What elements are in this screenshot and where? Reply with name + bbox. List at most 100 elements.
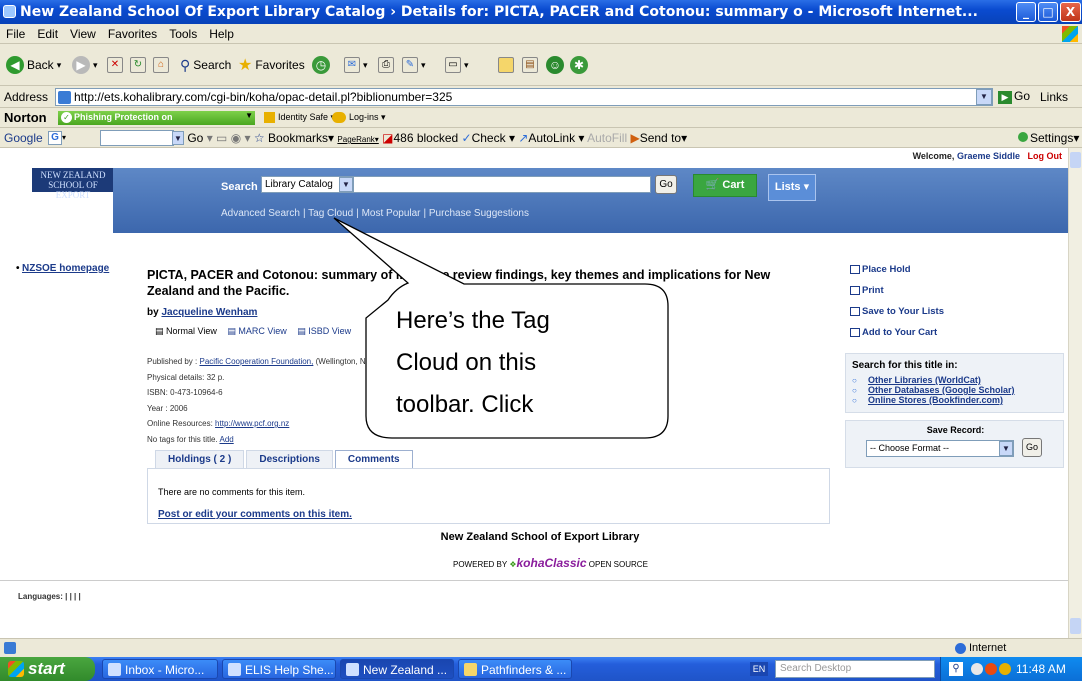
tray-icon[interactable] [971, 663, 983, 675]
google-go[interactable]: Go [187, 131, 203, 145]
tab-descriptions[interactable]: Descriptions [246, 450, 333, 468]
add-to-cart-link[interactable]: Add to Your Cart [850, 327, 937, 338]
google-search-input[interactable] [100, 130, 174, 146]
most-popular-link[interactable]: Most Popular [362, 208, 421, 219]
google-autolink[interactable]: AutoLink ▾ [528, 131, 584, 145]
worldcat-link[interactable]: Other Libraries (WorldCat) [868, 375, 981, 385]
back-button[interactable]: ◀ Back ▾ [6, 52, 61, 78]
google-autofill[interactable]: AutoFill [587, 131, 627, 145]
nzsoe-homepage-link[interactable]: NZSOE homepage [16, 263, 109, 274]
catalog-select[interactable]: Library Catalog ▼ [261, 176, 354, 193]
system-tray: ⚲ 11:48 AM [940, 657, 1082, 681]
history-button[interactable]: ◷ [312, 52, 330, 78]
start-button[interactable]: start [0, 657, 95, 681]
search-input[interactable] [353, 176, 651, 193]
google-send-to[interactable]: Send to▾ [640, 131, 687, 145]
google-pagerank[interactable]: PageRank▾ [337, 135, 378, 144]
online-resource-link[interactable]: http://www.pcf.org.nz [215, 419, 289, 428]
tab-comments[interactable]: Comments [334, 450, 413, 468]
google-check[interactable]: Check ▾ [472, 131, 515, 145]
menu-edit[interactable]: Edit [31, 24, 64, 41]
forward-button[interactable]: ▶ ▾ [72, 52, 98, 78]
research-button[interactable]: ▤ [522, 52, 538, 78]
google-blocked[interactable]: 486 blocked [393, 131, 458, 145]
google-settings[interactable]: Settings▾ [1018, 131, 1079, 145]
school-logo[interactable]: NEW ZEALAND SCHOOL OF EXPORT [32, 168, 114, 200]
publisher-link[interactable]: Pacific Cooperation Foundation, [200, 357, 314, 366]
language-indicator[interactable]: EN [750, 662, 768, 676]
author-link[interactable]: Jacqueline Wenham [161, 307, 257, 318]
task-new-zealand[interactable]: New Zealand ... [340, 659, 454, 679]
isbd-view-link[interactable]: ▤ ISBD View [297, 326, 351, 336]
search-button[interactable]: ⚲ Search [180, 52, 231, 78]
favorites-button[interactable]: ★ Favorites [238, 52, 305, 78]
menu-help[interactable]: Help [203, 24, 240, 41]
powered-by-koha[interactable]: POWERED BY ❖kohaClassic OPEN SOURCE [453, 556, 648, 570]
save-record-heading: Save Record: [926, 425, 985, 435]
task-inbox[interactable]: Inbox - Micro... [102, 659, 218, 679]
bookfinder-link[interactable]: Online Stores (Bookfinder.com) [868, 395, 1003, 405]
advanced-search-link[interactable]: Advanced Search [221, 208, 300, 219]
identity-safe-button[interactable]: Identity Safe ▾ [264, 112, 335, 124]
logins-button[interactable]: Log-ins ▾ [332, 112, 386, 124]
print-link[interactable]: Print [850, 285, 884, 296]
normal-view-link[interactable]: ▤ Normal View [155, 326, 217, 336]
desktop-search-input[interactable]: Search Desktop [775, 660, 935, 678]
save-go-button[interactable]: Go [1022, 438, 1042, 457]
outlook-icon [108, 663, 121, 676]
refresh-button[interactable]: ↻ [130, 52, 146, 78]
phishing-protection[interactable]: ✓ Phishing Protection on ▼ [58, 111, 255, 125]
go-button[interactable]: ▶ Go [998, 89, 1030, 104]
scroll-up-icon[interactable] [1070, 152, 1081, 168]
marc-view-link[interactable]: ▤ MARC View [227, 326, 286, 336]
lists-button[interactable]: Lists ▾ [768, 174, 816, 201]
home-button[interactable]: ⌂ [153, 52, 169, 78]
google-dropdown-icon[interactable]: ▼ [172, 131, 184, 145]
mail-button[interactable]: ✉ ▾ [344, 52, 368, 78]
folder-button[interactable] [498, 52, 514, 78]
address-input[interactable]: http://ets.kohalibrary.com/cgi-bin/koha/… [55, 88, 993, 106]
search-go-button[interactable]: Go [655, 175, 677, 194]
discuss-button[interactable]: ▭ ▾ [445, 52, 469, 78]
address-bar: Address http://ets.kohalibrary.com/cgi-b… [0, 86, 1082, 108]
welcome-user-link[interactable]: Graeme Siddle [957, 151, 1020, 161]
print-button[interactable]: ⎙ [378, 52, 394, 78]
google-bookmarks[interactable]: Bookmarks▾ [268, 131, 334, 145]
post-comments-link[interactable]: Post or edit your comments on this item. [158, 509, 352, 520]
save-to-lists-link[interactable]: Save to Your Lists [850, 306, 944, 317]
bullet-icon: ○ [852, 376, 857, 385]
menu-file[interactable]: File [0, 24, 31, 41]
tab-holdings[interactable]: Holdings ( 2 ) [155, 450, 245, 468]
task-pathfinders[interactable]: Pathfinders & ... [458, 659, 572, 679]
logout-link[interactable]: Log Out [1028, 151, 1063, 161]
menu-view[interactable]: View [64, 24, 102, 41]
address-dropdown-icon[interactable]: ▼ [976, 89, 992, 105]
scroll-down-icon[interactable] [1070, 618, 1081, 634]
extras-button[interactable]: ✱ [570, 52, 588, 78]
menu-tools[interactable]: Tools [163, 24, 203, 41]
edit-button[interactable]: ✎ ▾ [402, 52, 426, 78]
logins-label: Log-ins ▾ [349, 112, 386, 122]
stop-button[interactable]: ✕ [107, 52, 123, 78]
security-tray-icon[interactable] [999, 663, 1011, 675]
links-button[interactable]: Links [1040, 90, 1068, 104]
windows-flag-icon [8, 661, 24, 677]
vertical-scrollbar[interactable] [1068, 148, 1082, 638]
tag-cloud-link[interactable]: Tag Cloud [308, 208, 353, 219]
norton-tray-icon[interactable] [985, 663, 997, 675]
format-select[interactable]: -- Choose Format -- ▼ [866, 440, 1014, 457]
go-arrow-icon: ▶ [998, 91, 1012, 104]
maximize-button[interactable]: □ [1038, 2, 1058, 22]
cart-button[interactable]: 🛒 Cart [693, 174, 757, 197]
purchase-suggestions-link[interactable]: Purchase Suggestions [429, 208, 529, 219]
search-icon[interactable]: ⚲ [949, 662, 963, 676]
minimize-button[interactable]: _ [1016, 2, 1036, 22]
google-g-icon[interactable]: G [48, 131, 62, 145]
google-scholar-link[interactable]: Other Databases (Google Scholar) [868, 385, 1015, 395]
messenger-button[interactable]: ☺ [546, 52, 564, 78]
place-hold-link[interactable]: Place Hold [850, 264, 911, 275]
close-button[interactable]: X [1060, 2, 1081, 22]
add-tag-link[interactable]: Add [219, 435, 233, 444]
menu-favorites[interactable]: Favorites [102, 24, 163, 41]
task-elis-help[interactable]: ELIS Help She... [222, 659, 336, 679]
